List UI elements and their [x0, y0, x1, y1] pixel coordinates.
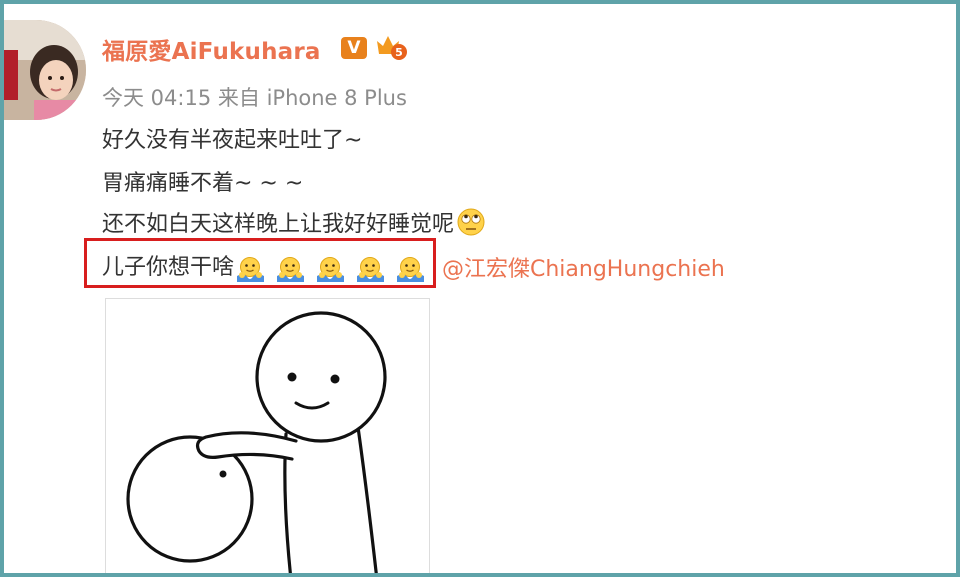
post-time[interactable]: 今天 04:15: [102, 86, 211, 110]
rolling-eyes-emoji-icon: [456, 208, 486, 236]
post-text-line-3-text: 还不如白天这样晚上让我好好睡觉呢: [102, 212, 455, 237]
post-text-line-3: 还不如白天这样晚上让我好好睡觉呢: [102, 206, 486, 238]
username-link[interactable]: 福原愛AiFukuhara: [102, 32, 321, 66]
post-text-line-2: 胃痛痛睡不着~ ~ ~: [102, 171, 304, 196]
post-image[interactable]: [105, 298, 430, 573]
highlight-box: [84, 238, 436, 288]
user-avatar[interactable]: [4, 20, 86, 120]
weibo-post-card: 福原愛AiFukuhara V 5 今天 04:15 来自 iPhone 8 P…: [4, 4, 956, 573]
mention-link[interactable]: @江宏傑ChiangHungchieh: [442, 251, 725, 283]
svg-text:5: 5: [395, 46, 403, 59]
post-meta: 今天 04:15 来自 iPhone 8 Plus: [102, 82, 407, 112]
post-source: 来自 iPhone 8 Plus: [217, 86, 407, 110]
verified-badge-icon: V: [341, 37, 367, 59]
post-text-line-1: 好久没有半夜起来吐吐了~: [102, 128, 363, 153]
vip-crown-icon: 5: [374, 32, 408, 62]
